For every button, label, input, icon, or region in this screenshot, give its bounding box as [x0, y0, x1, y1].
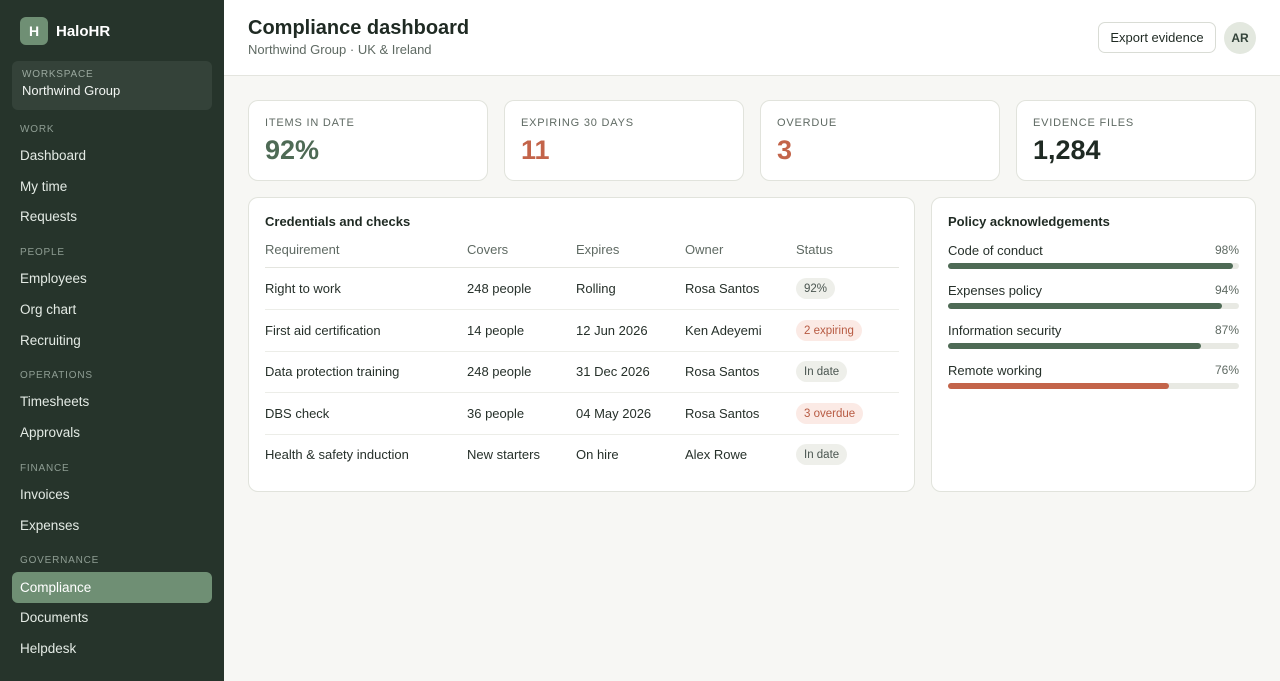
kpi-card-overdue: OVERDUE 3	[760, 100, 1000, 181]
progress-track	[948, 263, 1239, 269]
nav-section-operations: OPERATIONS	[20, 370, 93, 381]
credentials-card: Credentials and checks Requirement Cover…	[248, 197, 915, 492]
kpi-value: 3	[777, 135, 793, 165]
kpi-value: 92%	[265, 135, 320, 165]
table-row[interactable]: Health & safety induction New starters O…	[265, 434, 899, 476]
progress-track	[948, 383, 1239, 389]
sidebar-item-recruiting[interactable]: Recruiting	[12, 325, 212, 356]
cell-owner: Alex Rowe	[685, 447, 748, 462]
sidebar-item-expenses[interactable]: Expenses	[12, 510, 212, 541]
table-row[interactable]: First aid certification 14 people 12 Jun…	[265, 310, 899, 352]
kpi-label: OVERDUE	[777, 117, 837, 129]
cell-expires: 04 May 2026	[576, 406, 652, 421]
workspace-switcher[interactable]: WORKSPACE Northwind Group	[12, 61, 212, 110]
sidebar-item-helpdesk[interactable]: Helpdesk	[12, 633, 212, 664]
workspace-name: Northwind Group	[22, 83, 121, 98]
nav-section-people: PEOPLE	[20, 247, 65, 258]
page-title: Compliance dashboard	[248, 17, 470, 39]
progress-fill	[948, 343, 1202, 349]
cell-expires: 31 Dec 2026	[576, 364, 650, 379]
status-badge: In date	[796, 361, 848, 382]
column-header-expires[interactable]: Expires	[576, 242, 619, 257]
kpi-label: ITEMS IN DATE	[265, 117, 355, 129]
progress-track	[948, 303, 1239, 309]
sidebar-item-compliance[interactable]: Compliance	[12, 572, 212, 603]
cell-covers: 14 people	[467, 323, 525, 338]
kpi-card-expiring: EXPIRING 30 DAYS 11	[504, 100, 744, 181]
progress-fill	[948, 263, 1234, 269]
cell-expires: Rolling	[576, 281, 616, 296]
sidebar-item-documents[interactable]: Documents	[12, 602, 212, 633]
table-header: Requirement Covers Expires Owner Status	[265, 242, 899, 268]
kpi-label: EXPIRING 30 DAYS	[521, 117, 634, 129]
cell-owner: Rosa Santos	[685, 364, 760, 379]
policy-name: Information security	[948, 323, 1062, 338]
export-evidence-button[interactable]: Export evidence	[1098, 22, 1216, 53]
table-row[interactable]: DBS check 36 people 04 May 2026 Rosa San…	[265, 393, 899, 435]
progress-fill	[948, 303, 1222, 309]
cell-covers: New starters	[467, 447, 540, 462]
sidebar-item-invoices[interactable]: Invoices	[12, 479, 212, 510]
cell-covers: 36 people	[467, 406, 525, 421]
avatar[interactable]: AR	[1224, 22, 1256, 54]
policy-percent: 94%	[1214, 283, 1239, 297]
policy-name: Expenses policy	[948, 283, 1042, 298]
nav-section-finance: FINANCE	[20, 463, 70, 474]
cell-covers: 248 people	[467, 281, 532, 296]
sidebar-item-my-time[interactable]: My time	[12, 171, 212, 202]
cell-requirement: First aid certification	[265, 323, 381, 338]
policy-percent: 76%	[1214, 363, 1239, 377]
kpi-card-items-in-date: ITEMS IN DATE 92%	[248, 100, 488, 181]
sidebar-item-approvals[interactable]: Approvals	[12, 417, 212, 448]
workspace-label: WORKSPACE	[22, 69, 94, 80]
table-row[interactable]: Data protection training 248 people 31 D…	[265, 351, 899, 393]
column-header-status[interactable]: Status	[796, 242, 833, 257]
page-subtitle: Northwind Group · UK & Ireland	[248, 42, 432, 57]
status-badge: In date	[796, 444, 848, 465]
page-header: Compliance dashboard Northwind Group · U…	[224, 0, 1280, 76]
cell-requirement: Health & safety induction	[265, 447, 409, 462]
brand-logo-icon: H	[20, 17, 48, 45]
kpi-label: EVIDENCE FILES	[1033, 117, 1135, 129]
sidebar-item-timesheets[interactable]: Timesheets	[12, 386, 212, 417]
kpi-card-evidence-files: EVIDENCE FILES 1,284	[1016, 100, 1256, 181]
status-badge: 92%	[796, 278, 836, 299]
policy-card: Policy acknowledgements Code of conduct …	[931, 197, 1256, 492]
card-title: Policy acknowledgements	[948, 214, 1110, 229]
cell-owner: Rosa Santos	[685, 406, 760, 421]
brand-name: HaloHR	[56, 22, 111, 40]
card-title: Credentials and checks	[265, 214, 411, 229]
policy-percent: 98%	[1214, 243, 1239, 257]
table-row[interactable]: Right to work 248 people Rolling Rosa Sa…	[265, 268, 899, 310]
sidebar-item-employees[interactable]: Employees	[12, 263, 212, 294]
sidebar-item-requests[interactable]: Requests	[12, 201, 212, 232]
column-header-covers[interactable]: Covers	[467, 242, 508, 257]
kpi-value: 11	[521, 135, 550, 165]
policy-percent: 87%	[1214, 323, 1239, 337]
cell-requirement: Right to work	[265, 281, 341, 296]
policy-name: Remote working	[948, 363, 1042, 378]
cell-expires: On hire	[576, 447, 619, 462]
cell-expires: 12 Jun 2026	[576, 323, 648, 338]
status-badge: 3 overdue	[796, 403, 864, 424]
status-badge: 2 expiring	[796, 320, 862, 341]
cell-requirement: DBS check	[265, 406, 330, 421]
nav-section-governance: GOVERNANCE	[20, 555, 100, 566]
sidebar: H HaloHR WORKSPACE Northwind Group WORK …	[0, 0, 224, 681]
kpi-value: 1,284	[1033, 135, 1101, 165]
progress-track	[948, 343, 1239, 349]
cell-owner: Rosa Santos	[685, 281, 760, 296]
column-header-owner[interactable]: Owner	[685, 242, 723, 257]
cell-covers: 248 people	[467, 364, 532, 379]
sidebar-item-org-chart[interactable]: Org chart	[12, 294, 212, 325]
sidebar-item-dashboard[interactable]: Dashboard	[12, 140, 212, 171]
brand[interactable]: H HaloHR	[20, 17, 110, 45]
nav-section-work: WORK	[20, 124, 55, 135]
cell-owner: Ken Adeyemi	[685, 323, 762, 338]
progress-fill	[948, 383, 1170, 389]
column-header-requirement[interactable]: Requirement	[265, 242, 339, 257]
cell-requirement: Data protection training	[265, 364, 400, 379]
policy-name: Code of conduct	[948, 243, 1043, 258]
